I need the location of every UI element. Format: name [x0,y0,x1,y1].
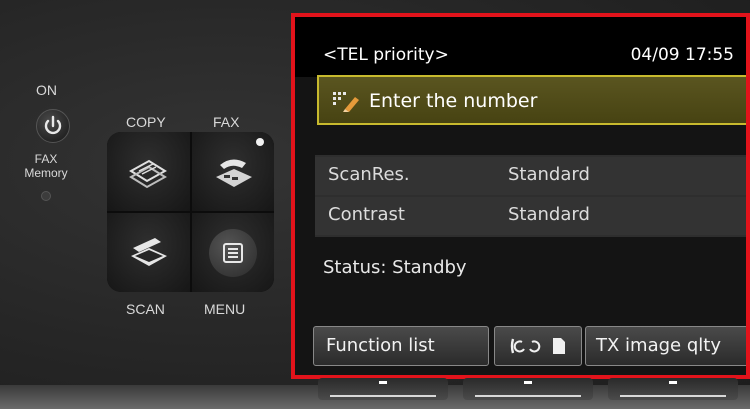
settings-list: ScanRes. Standard Contrast Standard [315,155,746,237]
menu-label: MENU [204,301,246,317]
fax-memory-led [41,191,51,201]
fax-icon [215,158,252,187]
setting-row-contrast[interactable]: Contrast Standard [315,197,746,235]
fax-indicator-dot [256,138,264,146]
lcd-header: <TEL priority> 04/09 17:55 [295,17,746,77]
menu-button[interactable] [191,213,274,292]
printer-control-panel: ON FAX Memory COPY FAX SCAN MENU <TEL pr… [0,0,750,409]
date-time: 04/09 17:55 [630,45,734,65]
document-icon [553,338,565,354]
scan-icon [131,237,168,266]
power-label: ON [36,82,57,98]
mode-title: <TEL priority> [323,45,449,65]
power-icon [44,115,62,135]
setting-value: Standard [508,204,590,225]
power-button[interactable] [36,109,70,143]
left-function-button[interactable] [318,378,448,400]
number-input-field[interactable]: Enter the number [317,75,746,125]
fax-button[interactable] [191,132,274,211]
copy-icon [129,159,168,188]
setting-value: Standard [508,164,590,185]
pen-icon [333,92,359,112]
copy-button[interactable] [107,132,190,211]
center-function-button[interactable] [463,378,593,400]
menu-icon [222,242,243,263]
copy-label: COPY [126,114,166,130]
function-list-softkey[interactable]: Function list [313,326,489,366]
number-prompt: Enter the number [369,90,538,112]
hook-softkey[interactable] [494,326,582,366]
setting-row-scan-res[interactable]: ScanRes. Standard [315,157,746,195]
phone-icon [510,338,541,354]
setting-key: Contrast [328,204,405,225]
fax-memory-label: FAX Memory [24,152,68,180]
lcd-screen: <TEL priority> 04/09 17:55 Enter the num… [291,13,750,379]
scan-label: SCAN [126,301,165,317]
mode-button-grid [107,132,274,292]
tx-image-quality-softkey[interactable]: TX image qlty [585,326,746,366]
fax-label: FAX [213,114,240,130]
status-text: Status: Standby [323,257,467,278]
right-function-button[interactable] [608,378,738,400]
setting-key: ScanRes. [328,164,410,185]
scan-button[interactable] [107,213,190,292]
